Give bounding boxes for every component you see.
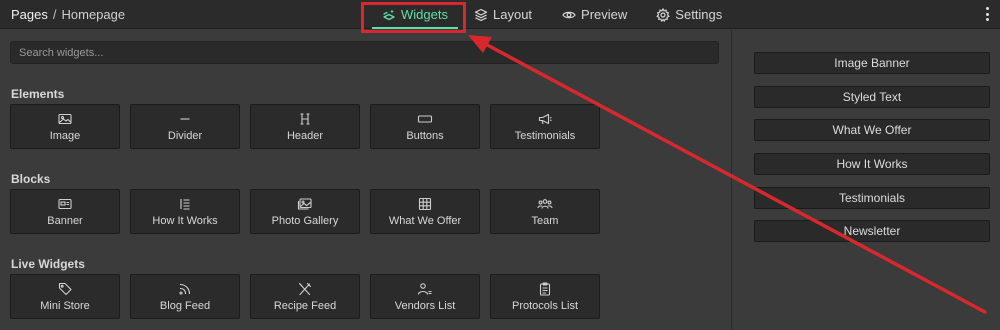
editor-tabs: Widgets Layout Preview Settings (372, 0, 722, 29)
tab-preview-label: Preview (581, 7, 628, 22)
widget-label: What We Offer (388, 214, 462, 227)
utensils-icon (297, 282, 313, 296)
page-section-newsletter[interactable]: Newsletter (754, 220, 990, 242)
widget-team[interactable]: Team (490, 189, 600, 234)
top-bar: Pages / Homepage Widgets Layout Preview … (0, 0, 1000, 29)
widget-what-we-offer[interactable]: What We Offer (370, 189, 480, 234)
gear-icon (656, 7, 671, 22)
tab-widgets[interactable]: Widgets (372, 0, 458, 29)
widget-label: Image (49, 129, 81, 142)
widget-label: How It Works (152, 214, 218, 227)
kebab-menu-icon[interactable] (984, 7, 990, 21)
tag-icon (57, 282, 73, 296)
page-section-styled-text[interactable]: Styled Text (754, 86, 990, 108)
breadcrumb-separator: / (52, 7, 57, 22)
widget-banner[interactable]: Banner (10, 189, 120, 234)
widget-testimonials[interactable]: Testimonials (490, 104, 600, 149)
user-list-icon (417, 282, 433, 296)
page-section-testimonials[interactable]: Testimonials (754, 187, 990, 209)
image-icon (57, 112, 73, 126)
widget-label: Protocols List (511, 299, 579, 312)
widget-buttons[interactable]: Buttons (370, 104, 480, 149)
widget-image[interactable]: Image (10, 104, 120, 149)
breadcrumb-current: Homepage (61, 7, 126, 22)
button-icon (417, 112, 433, 126)
widget-label: Vendors List (394, 299, 456, 312)
widget-label: Recipe Feed (273, 299, 337, 312)
eye-icon (562, 8, 576, 22)
team-icon (537, 197, 553, 211)
search-input[interactable] (10, 41, 719, 64)
page-section-what-we-offer[interactable]: What We Offer (754, 119, 990, 141)
active-tab-indicator (372, 27, 458, 29)
widget-label: Buttons (406, 129, 444, 142)
tab-settings-label: Settings (675, 7, 723, 22)
breadcrumb-root[interactable]: Pages (11, 7, 48, 22)
grid-icon (417, 197, 433, 211)
clipboard-icon (537, 281, 553, 296)
section-title-blocks: Blocks (11, 172, 51, 186)
widget-how-it-works[interactable]: How It Works (130, 189, 240, 234)
breadcrumb: Pages / Homepage (11, 7, 125, 22)
tab-settings[interactable]: Settings (656, 0, 722, 29)
page-section-how-it-works[interactable]: How It Works (754, 153, 990, 175)
heading-icon (297, 112, 313, 126)
widget-label: Photo Gallery (271, 214, 339, 227)
widget-label: Header (286, 129, 324, 142)
widget-blog-feed[interactable]: Blog Feed (130, 274, 240, 319)
elements-grid: Image Divider Header Buttons Testimonial… (10, 104, 610, 149)
layers-icon (474, 8, 488, 22)
page-section-image-banner[interactable]: Image Banner (754, 52, 990, 74)
widget-divider[interactable]: Divider (130, 104, 240, 149)
widgets-panel: Elements Image Divider Header Buttons (0, 30, 730, 330)
widget-photo-gallery[interactable]: Photo Gallery (250, 189, 360, 234)
section-title-elements: Elements (11, 87, 65, 101)
page-sections-panel: Image Banner Styled Text What We Offer H… (731, 30, 1000, 330)
divider-icon (177, 112, 193, 126)
gallery-icon (297, 197, 313, 211)
widget-vendors-list[interactable]: Vendors List (370, 274, 480, 319)
list-icon (177, 197, 193, 211)
widget-mini-store[interactable]: Mini Store (10, 274, 120, 319)
widgets-icon (382, 8, 396, 22)
widget-label: Blog Feed (159, 299, 211, 312)
section-title-live-widgets: Live Widgets (11, 257, 85, 271)
widget-header[interactable]: Header (250, 104, 360, 149)
widget-label: Banner (47, 214, 83, 227)
widget-protocols-list[interactable]: Protocols List (490, 274, 600, 319)
widget-label: Divider (167, 129, 203, 142)
banner-icon (57, 197, 73, 211)
widget-label: Team (531, 214, 559, 227)
widget-recipe-feed[interactable]: Recipe Feed (250, 274, 360, 319)
megaphone-icon (537, 112, 553, 126)
widget-label: Testimonials (514, 129, 576, 142)
tab-layout[interactable]: Layout (474, 0, 532, 29)
rss-icon (177, 282, 193, 296)
live-widgets-grid: Mini Store Blog Feed Recipe Feed Vendors… (10, 274, 610, 319)
tab-preview[interactable]: Preview (562, 0, 627, 29)
tab-widgets-label: Widgets (401, 7, 448, 22)
widget-label: Mini Store (40, 299, 90, 312)
blocks-grid: Banner How It Works Photo Gallery What W… (10, 189, 610, 234)
tab-layout-label: Layout (493, 7, 533, 22)
